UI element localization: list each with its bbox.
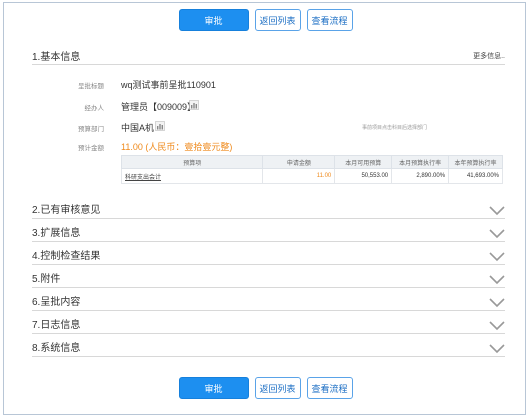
- section-title: 5.附件: [32, 274, 61, 285]
- chevron-down-icon[interactable]: [489, 298, 505, 308]
- section-approval-content[interactable]: 6.呈批内容: [32, 291, 505, 311]
- bottom-toolbar: 审批 返回列表 查看流程: [4, 377, 527, 403]
- basic-info-title: 1.基本信息: [32, 52, 81, 63]
- chevron-down-icon[interactable]: [489, 206, 505, 216]
- month-rate-cell: 2,890.00%: [391, 168, 450, 184]
- col-month-available: 本月可用预算: [334, 155, 393, 169]
- chevron-down-icon[interactable]: [489, 344, 505, 354]
- dept-chart-icon[interactable]: [155, 121, 165, 131]
- chevron-down-icon[interactable]: [489, 275, 505, 285]
- amount-label: 预计金额: [78, 145, 104, 152]
- approve-button[interactable]: 审批: [178, 377, 249, 399]
- year-rate-cell: 41,693.00%: [448, 168, 503, 184]
- section-title: 3.扩展信息: [32, 228, 81, 239]
- dept-hint: 事前项目点击科目后选择部门: [362, 125, 428, 131]
- apply-amount-cell: 11.00: [262, 168, 336, 184]
- budget-item-link[interactable]: 科研支出会计: [120, 168, 264, 184]
- dept-label: 预算部门: [78, 126, 104, 133]
- approve-button[interactable]: 审批: [178, 9, 249, 31]
- handler-label: 经办人: [84, 105, 105, 112]
- section-control-check[interactable]: 4.控制检查结果: [32, 245, 505, 265]
- section-title: 8.系统信息: [32, 343, 81, 354]
- col-budget-item: 预算项: [120, 155, 264, 169]
- col-month-rate: 本月预算执行率: [391, 155, 450, 169]
- section-attachments[interactable]: 5.附件: [32, 268, 505, 288]
- section-log-info[interactable]: 7.日志信息: [32, 314, 505, 334]
- subject-label: 呈批标题: [78, 83, 104, 90]
- view-flow-button[interactable]: 查看流程: [306, 9, 353, 31]
- section-system-info[interactable]: 8.系统信息: [32, 337, 505, 357]
- section-title: 2.已有审核意见: [32, 205, 101, 216]
- handler-value: 管理员【009009】: [121, 102, 197, 112]
- chevron-down-icon[interactable]: [489, 321, 505, 331]
- table-row: 科研支出会计 11.00 50,553.00 2,890.00% 41,693.…: [120, 168, 503, 184]
- section-title: 6.呈批内容: [32, 297, 81, 308]
- chevron-down-icon[interactable]: [489, 252, 505, 262]
- section-extended-info[interactable]: 3.扩展信息: [32, 222, 505, 242]
- month-available-cell: 50,553.00: [334, 168, 393, 184]
- budget-table: 预算项 申请金额 本月可用预算 本月预算执行率 本年预算执行率 科研支出会计 1…: [120, 155, 503, 184]
- top-toolbar: 审批 返回列表 查看流程: [4, 9, 527, 35]
- amount-value: 11.00 (人民币：壹拾壹元整): [121, 142, 233, 152]
- approval-page: 审批 返回列表 查看流程 1.基本信息 更多信息.. 呈批标题 wq测试事前呈批…: [3, 2, 526, 415]
- section-title: 4.控制检查结果: [32, 251, 101, 262]
- basic-info-header: 1.基本信息 更多信息..: [32, 47, 505, 65]
- subject-value: wq测试事前呈批110901: [121, 80, 216, 90]
- view-flow-button[interactable]: 查看流程: [306, 377, 353, 399]
- col-year-rate: 本年预算执行率: [448, 155, 503, 169]
- more-info-link[interactable]: 更多信息..: [473, 51, 505, 61]
- return-list-button[interactable]: 返回列表: [254, 377, 301, 399]
- handler-chart-icon[interactable]: [189, 100, 199, 110]
- budget-header-row: 预算项 申请金额 本月可用预算 本月预算执行率 本年预算执行率: [120, 155, 503, 169]
- section-title: 7.日志信息: [32, 320, 81, 331]
- dept-value: 中国A机: [121, 123, 155, 133]
- section-audit-opinions[interactable]: 2.已有审核意见: [32, 199, 505, 219]
- col-apply-amount: 申请金额: [262, 155, 336, 169]
- chevron-down-icon[interactable]: [489, 229, 505, 239]
- return-list-button[interactable]: 返回列表: [254, 9, 301, 31]
